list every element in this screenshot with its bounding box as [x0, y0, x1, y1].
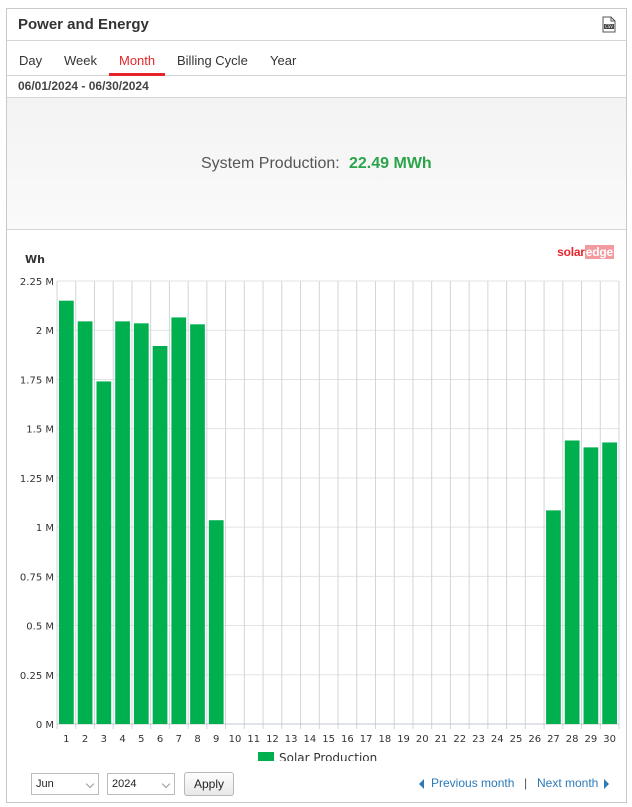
tab-month[interactable]: Month [119, 53, 155, 68]
production-summary: System Production: 22.49 MWh [7, 97, 626, 230]
x-tick-label: 18 [378, 734, 391, 745]
x-tick-label: 30 [603, 734, 616, 745]
x-tick-label: 10 [229, 734, 242, 745]
date-range: 06/01/2024 - 06/30/2024 [18, 79, 149, 93]
next-month-link[interactable]: Next month [537, 776, 598, 790]
y-tick-label: 0 M [36, 720, 54, 731]
x-tick-label: 8 [194, 734, 200, 745]
x-tick-label: 16 [341, 734, 354, 745]
y-tick-label: 0.5 M [26, 622, 54, 633]
bar-day-1 [59, 300, 74, 724]
y-tick-label: 0.25 M [20, 671, 54, 682]
solaredge-logo: solaredge [557, 245, 614, 259]
nav-separator: | [524, 776, 528, 790]
period-controls: Jun 2024 Apply Previous month | Next mon… [7, 769, 626, 799]
x-tick-label: 17 [360, 734, 373, 745]
x-tick-label: 7 [176, 734, 182, 745]
x-tick-label: 22 [453, 734, 466, 745]
bar-day-27 [546, 510, 561, 724]
month-select[interactable]: Jun [31, 773, 99, 795]
x-tick-label: 5 [138, 734, 144, 745]
x-tick-label: 20 [416, 734, 429, 745]
x-tick-label: 24 [491, 734, 504, 745]
chevron-left-icon[interactable] [419, 779, 424, 789]
x-tick-label: 12 [266, 734, 279, 745]
y-tick-label: 1 M [36, 523, 54, 534]
bar-day-7 [171, 317, 187, 724]
y-tick-label: 1.25 M [20, 474, 54, 485]
apply-button[interactable]: Apply [184, 772, 234, 796]
chevron-down-icon [161, 779, 171, 789]
bar-day-29 [583, 447, 599, 724]
previous-month-link[interactable]: Previous month [431, 776, 514, 790]
x-tick-label: 14 [304, 734, 317, 745]
x-tick-label: 2 [82, 734, 88, 745]
bar-day-4 [115, 321, 130, 724]
bar-chart: Wh 0 M 0.25 M 0.5 M 0.75 M 1 M 1.25 M 1.5 M 1.7… [20, 253, 620, 765]
x-tick-label: 28 [566, 734, 579, 745]
x-tick-label: 26 [528, 734, 541, 745]
panel-title: Power and Energy [18, 16, 149, 33]
y-tick-label: 1.5 M [26, 425, 54, 436]
y-tick-label: 2 M [36, 326, 54, 337]
summary-value: 22.49 MWh [349, 155, 432, 172]
bar-day-8 [190, 324, 205, 724]
bar-day-30 [602, 442, 617, 724]
x-tick-label: 15 [322, 734, 335, 745]
y-tick-label: 0.75 M [20, 572, 54, 583]
x-tick-label: 3 [101, 734, 107, 745]
chevron-right-icon[interactable] [604, 779, 609, 789]
tab-day[interactable]: Day [19, 53, 42, 68]
x-tick-label: 21 [435, 734, 448, 745]
bar-day-2 [77, 321, 93, 724]
bar-day-28 [564, 440, 580, 724]
x-tick-label: 9 [213, 734, 219, 745]
panel-header: Power and Energy CSV [7, 9, 626, 41]
csv-icon[interactable]: CSV [602, 16, 616, 33]
tab-week[interactable]: Week [64, 53, 97, 68]
x-tick-label: 13 [285, 734, 298, 745]
bar-day-5 [133, 323, 149, 724]
legend-label: Solar Production [279, 751, 377, 761]
svg-text:CSV: CSV [605, 24, 613, 29]
y-tick-label: 1.75 M [20, 375, 54, 386]
legend-swatch [258, 752, 274, 764]
x-tick-label: 4 [119, 734, 125, 745]
x-tick-label: 11 [247, 734, 260, 745]
x-tick-label: 25 [510, 734, 523, 745]
x-tick-label: 27 [547, 734, 560, 745]
bar-day-6 [152, 345, 168, 724]
tab-year[interactable]: Year [270, 53, 296, 68]
bar-day-3 [96, 381, 112, 724]
period-tabs: Day Week Month Billing Cycle Year [7, 42, 626, 76]
energy-chart: solaredge Wh 0 M 0.25 M 0.5 M 0.75 M 1 M 1.25… [7, 231, 626, 765]
bar-day-9 [208, 520, 224, 724]
active-tab-indicator [109, 73, 165, 76]
y-axis-label: Wh [25, 253, 45, 266]
year-select[interactable]: 2024 [107, 773, 175, 795]
summary-label: System Production: [201, 155, 340, 172]
power-energy-panel: Power and Energy CSV Day Week Month Bill… [6, 8, 627, 803]
y-tick-label: 2.25 M [20, 277, 54, 288]
chevron-down-icon [85, 779, 95, 789]
x-tick-label: 1 [63, 734, 69, 745]
tab-billing-cycle[interactable]: Billing Cycle [177, 53, 248, 68]
x-tick-label: 29 [585, 734, 598, 745]
x-tick-label: 19 [397, 734, 410, 745]
x-tick-label: 23 [472, 734, 485, 745]
x-tick-label: 6 [157, 734, 163, 745]
